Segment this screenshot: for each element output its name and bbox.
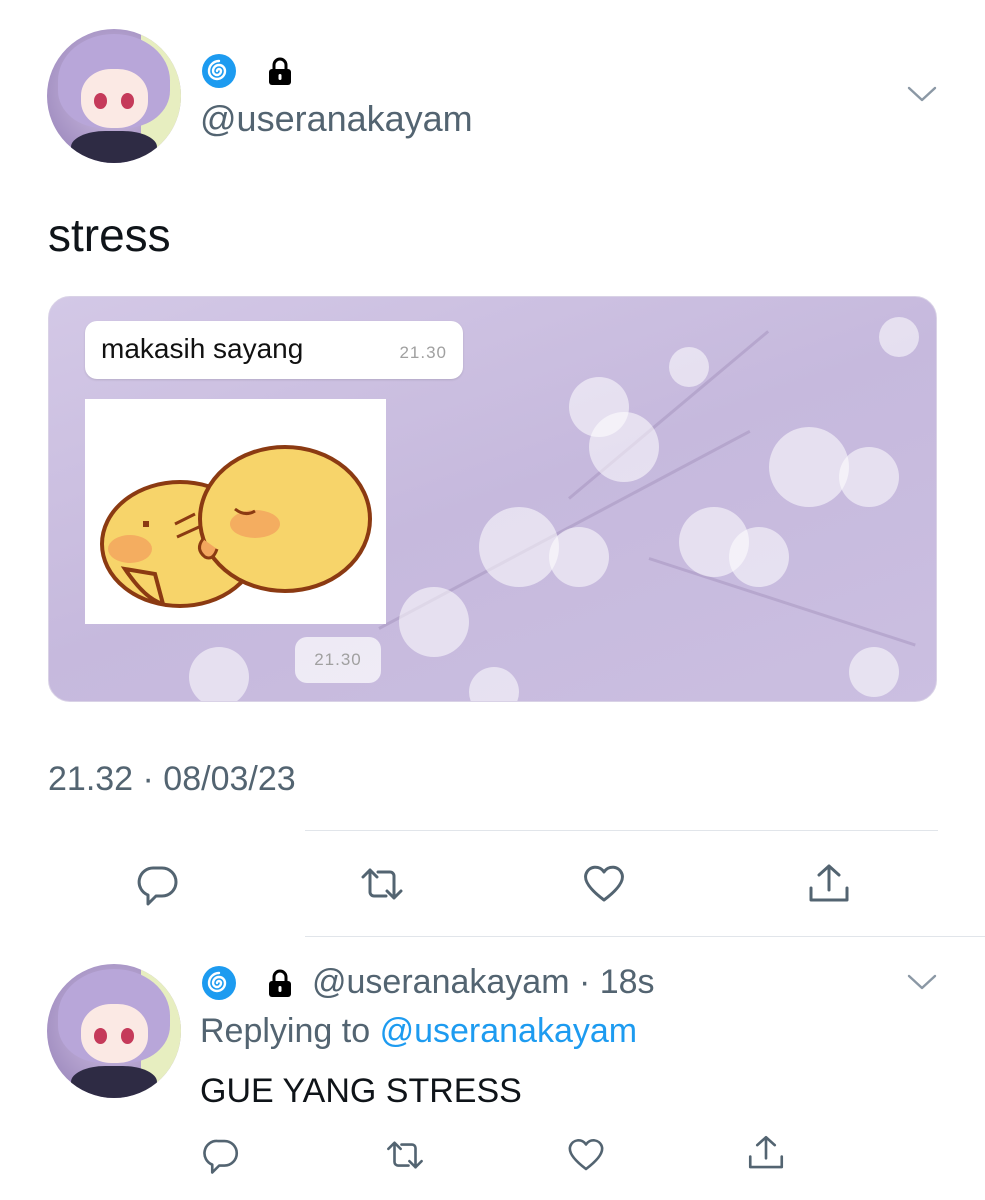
swirl-emoji-icon [202, 966, 236, 1000]
divider [305, 936, 985, 937]
sticker-time: 21.30 [295, 637, 381, 683]
swirl-emoji-icon [202, 54, 236, 88]
reply-icon[interactable] [200, 1134, 242, 1176]
heart-icon[interactable] [565, 1134, 607, 1176]
retweet-icon[interactable] [384, 1134, 426, 1176]
lock-icon [264, 55, 296, 87]
author-avatar[interactable] [47, 29, 181, 163]
share-icon[interactable] [745, 1132, 787, 1174]
chevron-down-icon[interactable] [907, 84, 937, 104]
reply-author-handle[interactable]: @useranakayam · 18s [312, 963, 655, 1002]
chick-sticker [85, 399, 386, 624]
replying-to-mention[interactable]: @useranakayam [380, 1012, 638, 1050]
chat-bubble: makasih sayang 21.30 [85, 321, 463, 379]
heart-icon[interactable] [580, 860, 628, 908]
author-handle[interactable]: @useranakayam [200, 98, 473, 140]
retweet-icon[interactable] [358, 860, 406, 908]
reply-text: GUE YANG STRESS [200, 1072, 522, 1110]
divider [305, 830, 938, 831]
tweet-timestamp[interactable]: 21.32 · 08/03/23 [48, 760, 296, 799]
tweet-thread: @useranakayam stress makasih sayang 21.3… [0, 0, 985, 1200]
reply-author-avatar[interactable] [47, 964, 181, 1098]
tweet-media-image[interactable]: makasih sayang 21.30 21.30 [48, 296, 937, 702]
reply-icon[interactable] [134, 860, 182, 908]
lock-icon [264, 967, 296, 999]
replying-to-label: Replying to [200, 1012, 371, 1050]
tweet-text: stress [48, 209, 171, 261]
chat-bubble-time: 21.30 [399, 343, 447, 362]
share-icon[interactable] [805, 860, 853, 908]
chevron-down-icon[interactable] [907, 972, 937, 992]
replying-to: Replying to @useranakayam [200, 1012, 637, 1051]
chat-bubble-text: makasih sayang [101, 333, 304, 364]
